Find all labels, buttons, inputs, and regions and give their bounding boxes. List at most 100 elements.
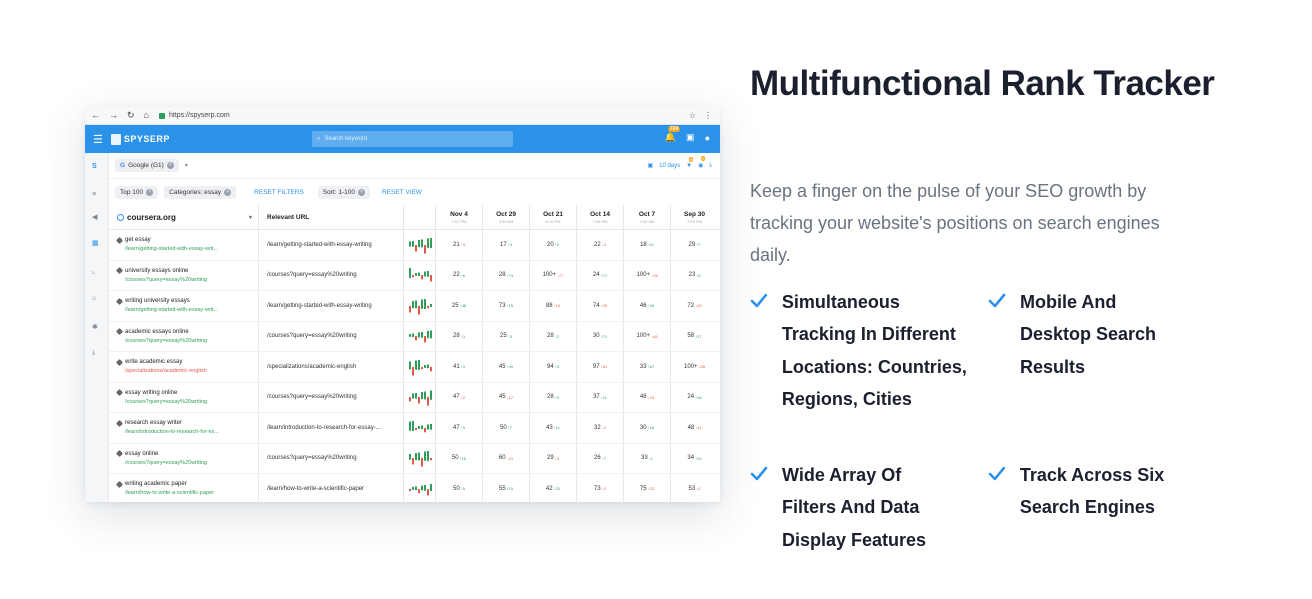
table-row[interactable]: research essay writer /learn/introductio…: [109, 413, 720, 444]
position-cell[interactable]: 21 ↓4: [436, 230, 483, 260]
position-cell[interactable]: 47 ↑3: [436, 413, 483, 443]
position-cell[interactable]: 94 ↑3: [530, 352, 577, 382]
position-cell[interactable]: 53 ↓2: [671, 474, 718, 502]
position-cell[interactable]: 46 ↑26: [624, 291, 671, 321]
position-cell[interactable]: 37 ↑11: [577, 382, 624, 412]
close-icon[interactable]: ×: [146, 188, 154, 196]
sidebar-gear-icon[interactable]: ✱: [92, 323, 98, 331]
position-cell[interactable]: 50 ↑5: [436, 474, 483, 502]
table-row[interactable]: writing academic paper /learn/how-to-wri…: [109, 474, 720, 502]
sort-chip[interactable]: Sort: 1-100 ×: [317, 185, 370, 199]
table-row[interactable]: writing university essays /learn/getting…: [109, 291, 720, 322]
forward-arrow-icon[interactable]: →: [109, 110, 118, 121]
relevant-url[interactable]: /courses?query=essay%20writing: [259, 321, 404, 351]
position-cell[interactable]: 58 ↑27: [671, 322, 718, 352]
position-cell[interactable]: 32 ↓2: [577, 413, 624, 443]
eye-icon[interactable]: ◉ 9: [698, 156, 706, 169]
menu-icon[interactable]: ☰: [93, 133, 103, 146]
position-cell[interactable]: 28 ↑9: [530, 382, 577, 412]
position-cell[interactable]: 30 ↑18: [624, 413, 671, 443]
position-cell[interactable]: 29 ↑7: [671, 230, 718, 260]
star-icon[interactable]: ☆: [689, 111, 696, 120]
keyword[interactable]: essay writing online: [115, 389, 258, 397]
sidebar-chart-icon[interactable]: ⌞: [92, 267, 95, 275]
engine-select[interactable]: G Google (G1) ×: [115, 159, 179, 172]
chevron-down-icon[interactable]: ▾: [185, 162, 188, 169]
position-cell[interactable]: 48 ↓11: [671, 413, 718, 443]
back-arrow-icon[interactable]: ←: [91, 110, 100, 121]
keyword-url[interactable]: /learn/getting-started-with-essay-writ..…: [125, 246, 258, 252]
home-icon[interactable]: ⌂: [144, 110, 149, 121]
close-icon[interactable]: ×: [357, 188, 365, 196]
position-cell[interactable]: 26 ↑7: [577, 443, 624, 473]
keyword[interactable]: research essay writer: [115, 419, 258, 427]
relevant-url[interactable]: /courses?query=essay%20writing: [259, 260, 404, 290]
position-cell[interactable]: 75 ↓22: [624, 474, 671, 502]
position-cell[interactable]: 25 ↑3: [483, 321, 530, 351]
position-cell[interactable]: 97 ↓64: [577, 352, 624, 382]
reset-filters-button[interactable]: RESET FILTERS: [254, 189, 304, 196]
position-cell[interactable]: 48 ↓24: [624, 382, 671, 412]
position-cell[interactable]: 42 ↑31: [530, 474, 577, 502]
position-cell[interactable]: 28 ↑3: [436, 321, 483, 351]
position-cell[interactable]: 100+ ↓35: [671, 352, 718, 382]
position-cell[interactable]: 25 ↑48: [436, 291, 483, 321]
position-cell[interactable]: 29 ↓3: [530, 443, 577, 473]
position-cell[interactable]: 45 ↓17: [483, 382, 530, 412]
position-cell[interactable]: 17 ↑3: [483, 230, 530, 260]
table-row[interactable]: essay writing online /courses?query=essa…: [109, 382, 720, 413]
table-row[interactable]: get essay /learn/getting-started-with-es…: [109, 230, 720, 261]
sidebar-download-icon[interactable]: ⤓: [92, 349, 95, 357]
position-cell[interactable]: 73 ↓2: [577, 474, 624, 502]
position-cell[interactable]: 50 ↑7: [483, 413, 530, 443]
position-cell[interactable]: 20 ↑2: [530, 230, 577, 260]
position-cell[interactable]: 24 ↑77: [577, 260, 624, 290]
address-bar[interactable]: https://spyserp.com: [158, 112, 230, 119]
date-column-header[interactable]: Oct 14 7:06 PM: [577, 205, 624, 229]
filter-chip-category[interactable]: Categories: essay ×: [164, 185, 237, 199]
keyword[interactable]: writing academic paper: [115, 480, 258, 488]
keyword[interactable]: university essays online: [115, 267, 258, 275]
relevant-url[interactable]: /learn/getting-started-with-essay-writin…: [259, 230, 404, 260]
sidebar-bank-icon[interactable]: ⌂: [92, 295, 96, 302]
keyword[interactable]: writing university essays: [115, 297, 258, 305]
relevant-url[interactable]: /learn/getting-started-with-essay-writin…: [259, 291, 404, 321]
keyword-url[interactable]: /courses?query=essay%20writing: [125, 338, 258, 344]
position-cell[interactable]: 100+ ↓78: [624, 260, 671, 290]
table-row[interactable]: university essays online /courses?query=…: [109, 260, 720, 291]
position-cell[interactable]: 88 ↓14: [530, 291, 577, 321]
close-icon[interactable]: ×: [166, 162, 174, 169]
relevant-url[interactable]: /specializations/academic-english: [259, 352, 404, 382]
sidebar-logo-icon[interactable]: S: [92, 163, 97, 170]
relevant-url[interactable]: /courses?query=essay%20writing: [259, 382, 404, 412]
filter-icon[interactable]: ▼ 9: [686, 156, 694, 169]
more-icon[interactable]: ⋮: [704, 111, 712, 120]
position-cell[interactable]: 28 ↑73: [483, 260, 530, 290]
position-cell[interactable]: 100+ ↓77: [530, 260, 577, 290]
bell-icon[interactable]: 🔔 724: [665, 126, 681, 143]
sidebar-list-icon[interactable]: ≡: [92, 191, 96, 198]
keyword[interactable]: get essay: [115, 236, 258, 244]
position-cell[interactable]: 60 ↓21: [483, 443, 530, 473]
position-cell[interactable]: 55 ↑15: [483, 474, 530, 502]
keyword-url[interactable]: /learn/introduction-to-research-for-es..…: [125, 429, 258, 435]
position-cell[interactable]: 72 ↓33: [671, 291, 718, 321]
keyword-url[interactable]: /learn/getting-started-with-essay-writ..…: [125, 307, 258, 313]
position-cell[interactable]: 33 ↑1: [624, 443, 671, 473]
date-column-header[interactable]: Nov 4 7:07 PM: [436, 205, 483, 229]
period-label[interactable]: 10 days: [659, 163, 680, 169]
table-row[interactable]: academic essays online /courses?query=es…: [109, 321, 720, 352]
sidebar-megaphone-icon[interactable]: ◀: [92, 213, 97, 221]
user-icon[interactable]: ●: [705, 133, 710, 143]
filter-chip-top[interactable]: Top 100 ×: [115, 185, 159, 199]
download-icon[interactable]: ⤓: [709, 162, 712, 169]
position-cell[interactable]: 22 ↑6: [436, 260, 483, 290]
keyword-url[interactable]: /specializations/academic-english: [125, 368, 258, 374]
keyword-url[interactable]: /courses?query=essay%20writing: [125, 399, 258, 405]
relevant-url[interactable]: /learn/how-to-write-a-scientific-paper: [259, 474, 404, 502]
position-cell[interactable]: 22 ↓4: [577, 230, 624, 260]
position-cell[interactable]: 41 ↑4: [436, 352, 483, 382]
date-column-header[interactable]: Oct 21 8:15 PM: [530, 205, 577, 229]
position-cell[interactable]: 23 ↑9: [671, 261, 718, 291]
position-cell[interactable]: 24 ↑18: [671, 383, 718, 413]
